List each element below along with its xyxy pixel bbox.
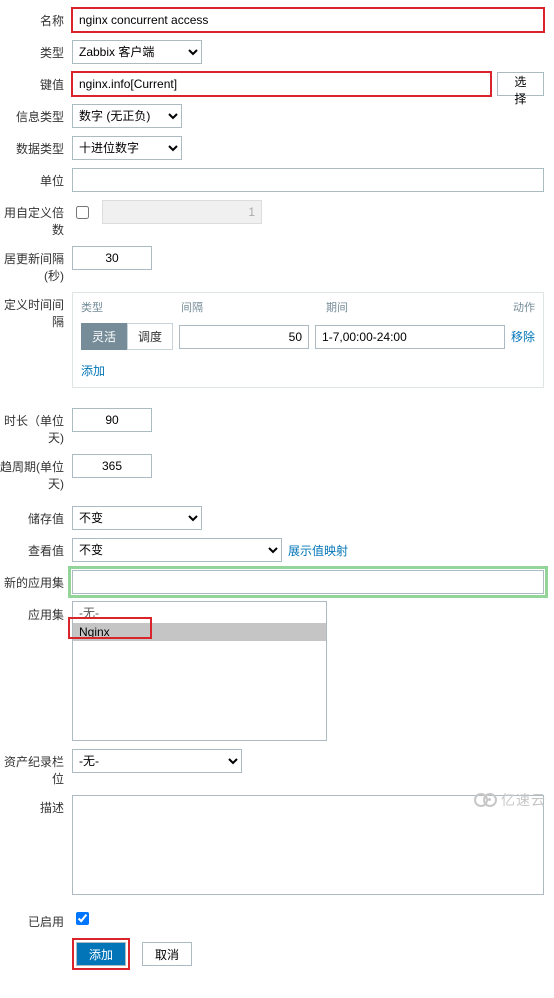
update-interval-input[interactable]	[72, 246, 152, 270]
label-inventory-field: 资产纪录栏位	[0, 749, 72, 787]
show-value-select[interactable]: 不变	[72, 538, 282, 562]
label-name: 名称	[0, 8, 72, 29]
label-trend-days: 趋周期(单位天)	[0, 454, 72, 492]
ih-interval: 间隔	[181, 299, 326, 315]
label-new-app: 新的应用集	[0, 570, 72, 591]
type-select[interactable]: Zabbix 客户端	[72, 40, 202, 64]
unit-input[interactable]	[72, 168, 544, 192]
label-key: 键值	[0, 72, 72, 93]
label-update-interval: 居更新间隔(秒)	[0, 246, 72, 284]
interval-period-input[interactable]	[315, 325, 505, 349]
new-app-input[interactable]	[72, 570, 544, 594]
label-description: 描述	[0, 795, 72, 816]
watermark: 亿速云	[474, 790, 546, 810]
interval-value-input[interactable]	[179, 325, 309, 349]
store-value-select[interactable]: 不变	[72, 506, 202, 530]
history-days-input[interactable]	[72, 408, 152, 432]
interval-remove-link[interactable]: 移除	[511, 328, 535, 345]
name-input[interactable]	[72, 8, 544, 32]
label-app: 应用集	[0, 602, 72, 623]
label-enabled: 已启用	[0, 909, 72, 930]
app-option-none[interactable]: -无-	[73, 602, 326, 623]
app-option-nginx[interactable]: Nginx	[73, 623, 326, 641]
seg-sched[interactable]: 调度	[127, 323, 173, 350]
interval-type-segment[interactable]: 灵活 调度	[81, 323, 173, 350]
seg-flex[interactable]: 灵活	[81, 323, 127, 350]
add-button[interactable]: 添加	[76, 942, 126, 966]
label-data-type: 数据类型	[0, 136, 72, 157]
multiplier-input	[102, 200, 262, 224]
label-show-value: 查看值	[0, 538, 72, 559]
label-history-days: 时长（单位天)	[0, 408, 72, 446]
cancel-button[interactable]: 取消	[142, 942, 192, 966]
show-value-mapping-link[interactable]: 展示值映射	[288, 542, 348, 559]
info-type-select[interactable]: 数字 (无正负)	[72, 104, 182, 128]
label-unit: 单位	[0, 168, 72, 189]
ih-type: 类型	[81, 299, 181, 315]
label-multiplier: 用自定义倍数	[0, 200, 72, 238]
watermark-text: 亿速云	[501, 790, 546, 810]
label-custom-interval: 定义时间间隔	[0, 292, 72, 330]
key-select-button[interactable]: 选择	[497, 72, 544, 96]
label-info-type: 信息类型	[0, 104, 72, 125]
label-type: 类型	[0, 40, 72, 61]
description-textarea[interactable]	[72, 795, 544, 895]
watermark-logo-icon	[474, 793, 497, 807]
ih-period: 期间	[326, 299, 499, 315]
label-store-value: 储存值	[0, 506, 72, 527]
interval-add-link[interactable]: 添加	[73, 358, 113, 387]
custom-interval-box: 类型 间隔 期间 动作 灵活 调度 移除 添加	[72, 292, 544, 388]
enabled-checkbox[interactable]	[76, 912, 89, 925]
key-input[interactable]	[72, 72, 491, 96]
inventory-field-select[interactable]: -无-	[72, 749, 242, 773]
ih-action: 动作	[499, 299, 535, 315]
app-listbox[interactable]: -无- Nginx	[72, 601, 327, 741]
trend-days-input[interactable]	[72, 454, 152, 478]
multiplier-checkbox[interactable]	[76, 206, 89, 219]
data-type-select[interactable]: 十进位数字	[72, 136, 182, 160]
